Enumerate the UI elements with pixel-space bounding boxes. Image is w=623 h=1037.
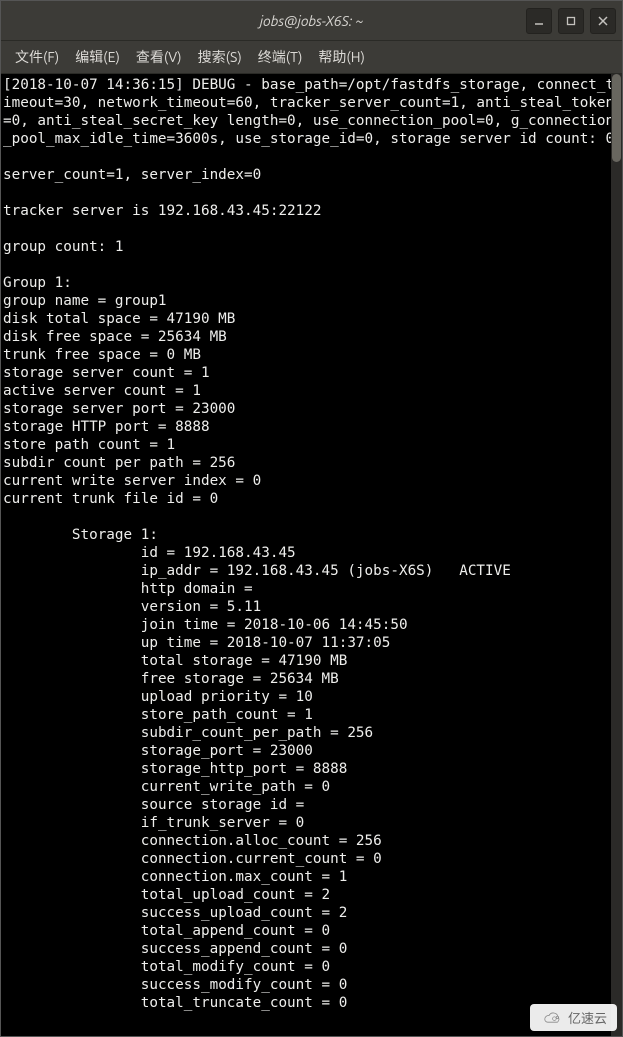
terminal-window: jobs@jobs-X6S: ~ 文件(F) 编辑(E) 查看(V) 搜索(S)… — [0, 0, 623, 1037]
menu-help[interactable]: 帮助(H) — [310, 43, 373, 71]
window-controls — [526, 8, 616, 34]
menu-edit[interactable]: 编辑(E) — [67, 43, 128, 71]
menu-file[interactable]: 文件(F) — [7, 43, 67, 71]
window-title: jobs@jobs-X6S: ~ — [260, 13, 364, 29]
watermark: 亿速云 — [530, 1004, 617, 1031]
titlebar[interactable]: jobs@jobs-X6S: ~ — [1, 1, 622, 41]
scroll-thumb[interactable] — [612, 74, 621, 162]
menubar: 文件(F) 编辑(E) 查看(V) 搜索(S) 终端(T) 帮助(H) — [1, 41, 622, 74]
scrollbar[interactable] — [611, 74, 622, 1036]
close-button[interactable] — [590, 8, 616, 34]
cloud-icon — [540, 1010, 564, 1026]
menu-search[interactable]: 搜索(S) — [190, 43, 250, 71]
watermark-text: 亿速云 — [568, 1008, 607, 1027]
minimize-button[interactable] — [526, 8, 552, 34]
terminal-area[interactable]: [2018-10-07 14:36:15] DEBUG - base_path=… — [1, 74, 622, 1036]
menu-terminal[interactable]: 终端(T) — [250, 43, 311, 71]
menu-view[interactable]: 查看(V) — [128, 43, 190, 71]
maximize-button[interactable] — [558, 8, 584, 34]
terminal-output: [2018-10-07 14:36:15] DEBUG - base_path=… — [1, 74, 622, 1014]
